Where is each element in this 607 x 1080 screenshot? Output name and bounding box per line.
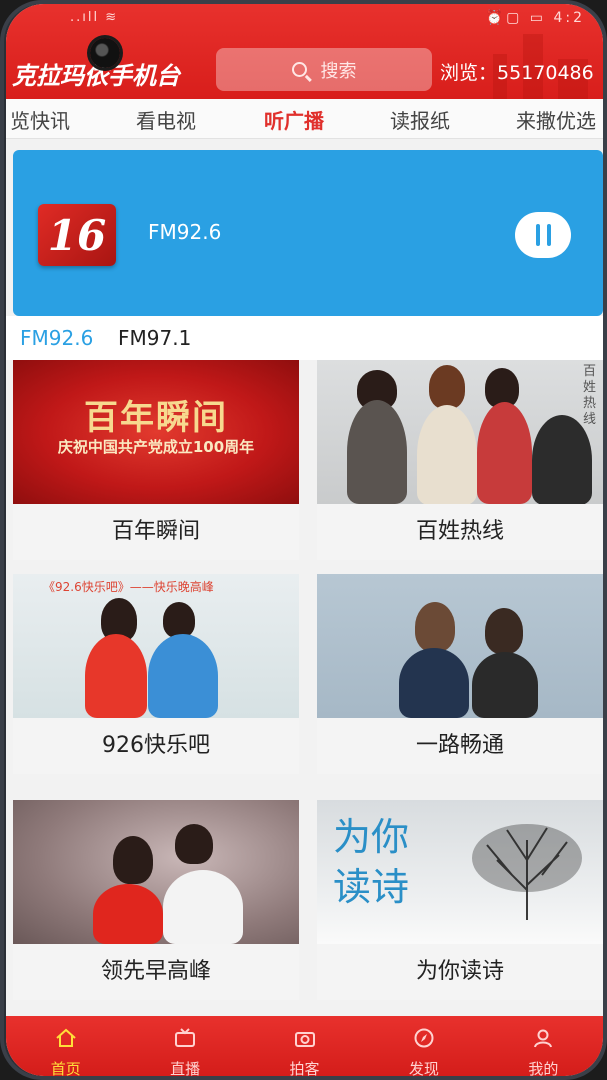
- program-thumbnail: 百年瞬间 庆祝中国共产党成立100周年: [13, 360, 299, 504]
- thumb-header: 《92.6快乐吧》——快乐晚高峰: [43, 580, 214, 594]
- search-box[interactable]: 搜索: [216, 48, 432, 91]
- host-figure: [477, 402, 532, 504]
- thumb-poem-text: 为你 读诗: [333, 812, 409, 912]
- frequency-fm971[interactable]: FM97.1: [118, 326, 191, 350]
- host-hair: [429, 365, 465, 409]
- host-figure: [85, 634, 147, 718]
- nav-label: 首页: [50, 1060, 81, 1076]
- pause-icon: [535, 224, 540, 246]
- compass-icon: [414, 1028, 434, 1048]
- host-figure: [148, 634, 218, 718]
- program-thumbnail: [317, 574, 603, 718]
- camera-icon: [294, 1032, 315, 1047]
- program-card[interactable]: 百年瞬间 庆祝中国共产党成立100周年 百年瞬间: [13, 360, 299, 560]
- frequency-fm926[interactable]: FM92.6: [20, 326, 93, 350]
- thumb-poem-line-1: 为你: [333, 815, 410, 859]
- nav-capture[interactable]: 拍客: [245, 1016, 364, 1076]
- host-hair: [163, 602, 195, 638]
- program-title: 百姓热线: [317, 504, 603, 560]
- view-counter: 浏览：55170486: [440, 58, 594, 85]
- phone-frame: ..ıll ≋ ⏰▢ ▭ 4:2 克拉玛依手机台 搜索 浏览：55170486 …: [0, 0, 607, 1080]
- nav-label: 发现: [408, 1060, 439, 1076]
- program-thumbnail: 为你 读诗: [317, 800, 603, 944]
- search-icon: [291, 62, 307, 77]
- program-thumbnail: [13, 800, 299, 944]
- bottom-navigation: 首页 直播 拍客 发现 我的: [6, 1016, 603, 1076]
- tab-newspaper[interactable]: 读报纸: [390, 105, 450, 134]
- program-card[interactable]: 百姓热线 百姓热线: [317, 360, 603, 560]
- host-figure: [399, 648, 469, 718]
- host-figure: [163, 870, 243, 944]
- screen: ..ıll ≋ ⏰▢ ▭ 4:2 克拉玛依手机台 搜索 浏览：55170486 …: [6, 4, 603, 1076]
- host-hair: [113, 836, 153, 884]
- nav-label: 我的: [528, 1060, 559, 1076]
- tv-icon: [175, 1028, 196, 1047]
- program-title: 百年瞬间: [13, 504, 299, 560]
- program-card[interactable]: 《92.6快乐吧》——快乐晚高峰 926快乐吧: [13, 574, 299, 774]
- program-thumbnail: 百姓热线: [317, 360, 603, 504]
- nav-label: 直播: [170, 1060, 201, 1076]
- program-card[interactable]: 为你 读诗 为你读诗: [317, 800, 603, 1000]
- pause-icon-bar: [546, 224, 551, 246]
- user-icon: [534, 1029, 553, 1048]
- host-figure: [532, 415, 592, 504]
- program-card[interactable]: 一路畅通: [317, 574, 603, 774]
- host-hair: [485, 608, 523, 654]
- host-figure: [347, 400, 407, 504]
- nav-label: 拍客: [289, 1060, 320, 1076]
- frequency-selector: FM92.6 FM97.1: [6, 316, 603, 360]
- program-card[interactable]: 领先早高峰: [13, 800, 299, 1000]
- program-thumbnail: 《92.6快乐吧》——快乐晚高峰: [13, 574, 299, 718]
- program-title: 926快乐吧: [13, 718, 299, 774]
- status-bar-left: ..ıll ≋: [70, 10, 119, 25]
- host-hair: [415, 602, 455, 652]
- tab-news[interactable]: 览快讯: [10, 105, 70, 134]
- thumb-subtitle: 庆祝中国共产党成立100周年: [57, 438, 255, 456]
- search-placeholder: 搜索: [320, 60, 357, 82]
- host-figure: [472, 652, 538, 718]
- views-label: 浏览：: [440, 62, 498, 84]
- front-camera: [90, 38, 120, 68]
- current-station: FM92.6: [148, 220, 222, 244]
- host-hair: [175, 824, 213, 864]
- side-button: [603, 204, 607, 264]
- radio-player: 16 FM92.6: [13, 150, 603, 316]
- nav-discover[interactable]: 发现: [364, 1016, 483, 1076]
- nav-home[interactable]: 首页: [6, 1016, 125, 1076]
- nav-profile[interactable]: 我的: [484, 1016, 603, 1076]
- host-figure: [93, 884, 163, 944]
- thumb-title: 百年瞬间: [84, 398, 228, 438]
- thumb-poem-line-2: 读诗: [333, 865, 410, 909]
- home-icon: [56, 1028, 76, 1047]
- status-bar-right: ⏰▢ ▭ 4:2: [485, 10, 585, 26]
- views-count: 55170486: [497, 62, 594, 84]
- app-header: ..ıll ≋ ⏰▢ ▭ 4:2 克拉玛依手机台 搜索 浏览：55170486: [6, 4, 603, 99]
- category-tabs: 览快讯 看电视 听广播 读报纸 来撒优选: [6, 99, 603, 139]
- program-title: 一路畅通: [317, 718, 603, 774]
- tab-radio[interactable]: 听广播: [264, 105, 324, 134]
- program-title: 为你读诗: [317, 944, 603, 1000]
- station-logo: 16: [38, 204, 116, 266]
- tree-illustration: [472, 824, 582, 920]
- host-figure: [417, 405, 477, 504]
- thumb-side-text: 百姓热线: [583, 364, 597, 427]
- tab-tv[interactable]: 看电视: [136, 105, 196, 134]
- program-title: 领先早高峰: [13, 944, 299, 1000]
- nav-live[interactable]: 直播: [125, 1016, 244, 1076]
- pause-button[interactable]: [515, 212, 571, 258]
- tab-shop[interactable]: 来撒优选: [516, 105, 596, 134]
